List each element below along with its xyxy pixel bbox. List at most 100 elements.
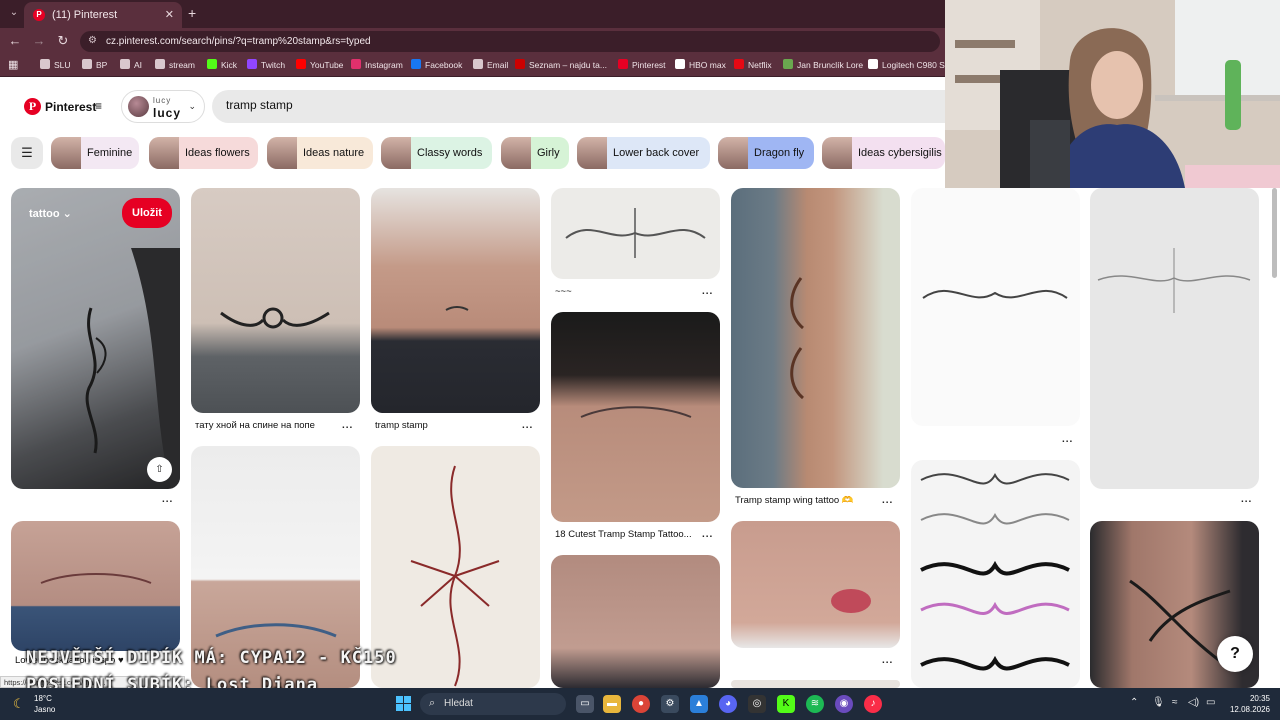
pin-image[interactable] bbox=[731, 188, 900, 488]
tab-pinterest[interactable]: P (11) Pinterest ✕ bbox=[24, 2, 182, 28]
pin-image[interactable] bbox=[11, 521, 180, 651]
moon-weather-icon[interactable]: ☾ bbox=[13, 696, 25, 712]
filter-chip[interactable]: Ideas cybersigilis bbox=[822, 137, 945, 169]
chevron-down-icon: ⌄ bbox=[188, 101, 196, 111]
pin-more-button[interactable]: ... bbox=[702, 286, 713, 297]
scrollbar[interactable] bbox=[1272, 188, 1277, 278]
pin-caption[interactable]: Tramp stamp wing tattoo 🫶 bbox=[735, 495, 854, 506]
kick-icon[interactable]: K bbox=[777, 695, 795, 713]
pin-image[interactable] bbox=[371, 188, 540, 413]
search-bar[interactable] bbox=[212, 90, 945, 123]
pin-more-button[interactable]: ... bbox=[522, 420, 533, 431]
microphone-icon[interactable]: 🎙 bbox=[1152, 697, 1165, 708]
pin-image[interactable] bbox=[731, 521, 900, 648]
battery-icon[interactable]: ▭ bbox=[1206, 697, 1215, 708]
pinterest-logo-icon[interactable]: P bbox=[24, 98, 41, 115]
address-url: cz.pinterest.com/search/pins/?q=tramp%20… bbox=[106, 36, 371, 47]
pin-image[interactable] bbox=[191, 188, 360, 413]
tray-chevron-icon[interactable]: ⌃ bbox=[1130, 697, 1138, 708]
weather-widget[interactable]: 18°C Jasno bbox=[34, 693, 55, 715]
pin-image[interactable] bbox=[551, 188, 720, 279]
bookmark-item[interactable]: Jan Brunclík Lore bbox=[783, 59, 863, 70]
system-clock[interactable]: 20:35 12.08.2026 bbox=[1226, 693, 1270, 715]
filter-sliders-icon[interactable]: ☰ bbox=[11, 137, 43, 169]
profile-switcher[interactable]: lucy lucy ⌄ bbox=[121, 90, 205, 123]
bookmark-label: Kick bbox=[221, 60, 238, 70]
bookmark-item[interactable]: Email bbox=[473, 59, 508, 70]
board-selector[interactable]: tattoo ⌄ bbox=[29, 207, 72, 220]
hamburger-menu-icon[interactable]: ≡ bbox=[95, 99, 102, 113]
apps-grid-icon[interactable]: ▦ bbox=[8, 58, 18, 71]
chrome-icon[interactable]: ● bbox=[632, 695, 650, 713]
bookmark-item[interactable]: Seznam – najdu ta... bbox=[515, 59, 607, 70]
pin-more-button[interactable]: ... bbox=[702, 529, 713, 540]
pin-image[interactable] bbox=[551, 312, 720, 522]
file-explorer-icon[interactable]: ▬ bbox=[603, 695, 621, 713]
search-input[interactable] bbox=[226, 98, 826, 112]
bookmark-item[interactable]: Pinterest bbox=[618, 59, 666, 70]
filter-chip[interactable]: Girly bbox=[501, 137, 569, 169]
volume-icon[interactable]: ◁) bbox=[1188, 697, 1199, 708]
pin-image[interactable] bbox=[911, 188, 1080, 426]
save-button[interactable]: Uložit bbox=[122, 198, 172, 228]
streamlabs-icon[interactable]: ◉ bbox=[835, 695, 853, 713]
pin-more-button[interactable]: ... bbox=[162, 494, 173, 505]
spotify-icon[interactable]: ≋ bbox=[806, 695, 824, 713]
back-button[interactable]: ← bbox=[7, 33, 23, 48]
obs-icon[interactable]: ◎ bbox=[748, 695, 766, 713]
windows-start-icon[interactable] bbox=[396, 696, 412, 712]
reload-button[interactable]: ↻ bbox=[55, 33, 71, 49]
photos-icon[interactable]: ▲ bbox=[690, 695, 708, 713]
bookmark-favicon-icon bbox=[247, 59, 257, 69]
bookmark-item[interactable]: Instagram bbox=[351, 59, 403, 70]
bookmark-item[interactable]: BP bbox=[82, 59, 107, 70]
filter-chip[interactable]: Ideas flowers bbox=[149, 137, 258, 169]
bookmark-favicon-icon bbox=[296, 59, 306, 69]
new-tab-button[interactable]: + bbox=[188, 5, 196, 21]
filter-chip[interactable]: Lower back cover bbox=[577, 137, 710, 169]
pin-more-button[interactable]: ... bbox=[882, 655, 893, 666]
pin-more-button[interactable]: ... bbox=[1062, 434, 1073, 445]
wifi-icon[interactable]: ≈ bbox=[1172, 697, 1178, 708]
tab-search-icon[interactable]: ⌄ bbox=[6, 5, 22, 21]
bookmark-item[interactable]: YouTube bbox=[296, 59, 343, 70]
taskbar-search[interactable]: ⌕ Hledat bbox=[420, 693, 566, 715]
bookmark-item[interactable]: Netflix bbox=[734, 59, 772, 70]
bookmark-item[interactable]: AI bbox=[120, 59, 142, 70]
help-button[interactable]: ? bbox=[1217, 636, 1253, 672]
pin-caption[interactable]: 18 Cutest Tramp Stamp Tattoo... bbox=[555, 529, 692, 540]
site-info-icon[interactable]: ⚙ bbox=[88, 35, 97, 46]
bookmark-item[interactable]: stream bbox=[155, 59, 195, 70]
pin-image[interactable] bbox=[911, 460, 1080, 688]
forward-button[interactable]: → bbox=[31, 33, 47, 48]
bookmark-item[interactable]: SLU bbox=[40, 59, 71, 70]
pinterest-brand[interactable]: Pinterest bbox=[45, 100, 96, 114]
pin-image-hovered[interactable] bbox=[11, 188, 180, 489]
pin-caption[interactable]: ~~~ bbox=[555, 286, 572, 297]
tab-title: (11) Pinterest bbox=[52, 9, 118, 21]
settings-icon[interactable]: ⚙ bbox=[661, 695, 679, 713]
pin-more-button[interactable]: ... bbox=[882, 495, 893, 506]
music-icon[interactable]: ♪ bbox=[864, 695, 882, 713]
pin-caption[interactable]: тату хной на спине на попе bbox=[195, 420, 315, 431]
bookmark-item[interactable]: Kick bbox=[207, 59, 237, 70]
filter-chip[interactable]: Feminine bbox=[51, 137, 139, 169]
pin-image[interactable] bbox=[551, 555, 720, 688]
pin-more-button[interactable]: ... bbox=[1241, 494, 1252, 505]
filter-chip[interactable]: Dragon fly bbox=[718, 137, 814, 169]
pinterest-header: P Pinterest ≡ lucy lucy ⌄ bbox=[0, 78, 945, 136]
pin-more-button[interactable]: ... bbox=[342, 420, 353, 431]
tab-close-icon[interactable]: ✕ bbox=[165, 8, 174, 21]
bookmark-item[interactable]: HBO max bbox=[675, 59, 726, 70]
share-icon[interactable]: ⇧ bbox=[147, 457, 172, 482]
discord-icon[interactable]: ◕ bbox=[719, 695, 737, 713]
bookmark-item[interactable]: Twitch bbox=[247, 59, 285, 70]
pin-image[interactable] bbox=[1090, 188, 1259, 489]
filter-chip[interactable]: Ideas nature bbox=[267, 137, 373, 169]
filter-chip[interactable]: Classy words bbox=[381, 137, 492, 169]
bookmark-item[interactable]: Facebook bbox=[411, 59, 462, 70]
pin-image[interactable] bbox=[731, 680, 900, 688]
address-bar[interactable]: ⚙ cz.pinterest.com/search/pins/?q=tramp%… bbox=[80, 31, 940, 52]
task-view-icon[interactable]: ▭ bbox=[576, 695, 594, 713]
pin-caption[interactable]: tramp stamp bbox=[375, 420, 428, 431]
